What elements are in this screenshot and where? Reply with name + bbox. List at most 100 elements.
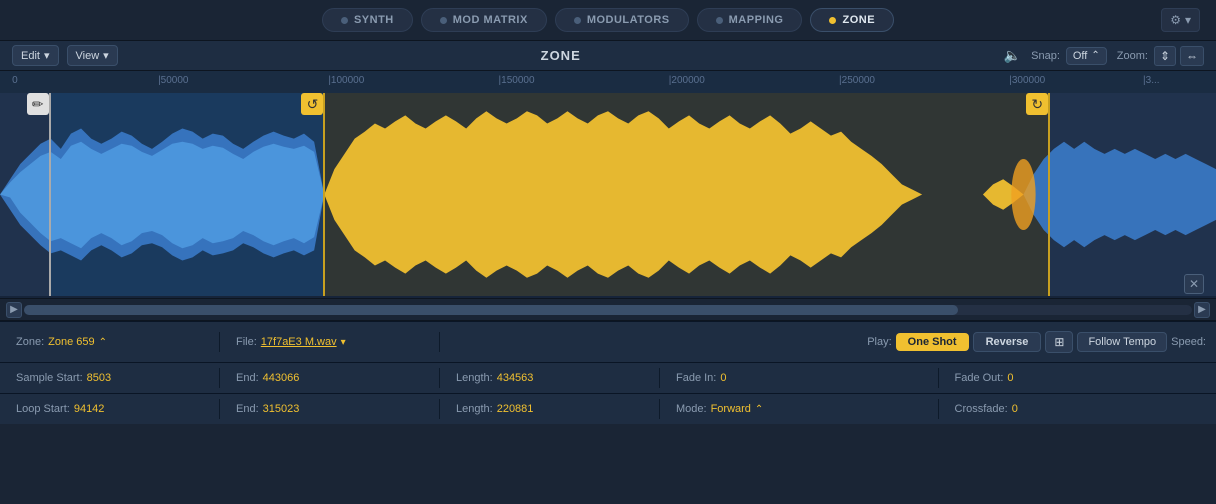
- loop-start-cell: Loop Start: 94142: [0, 399, 220, 419]
- loop-mode-cell: Mode: Forward ⌃: [660, 399, 939, 419]
- fade-out-cell: Fade Out: 0: [939, 368, 1216, 388]
- loop-start-label: Loop Start:: [16, 403, 70, 415]
- zoom-vertical-button[interactable]: ⇕: [1154, 46, 1176, 66]
- ruler-300000: |300000: [1009, 75, 1045, 86]
- edit-button[interactable]: Edit ▾: [12, 45, 59, 66]
- close-button[interactable]: ✕: [1184, 274, 1204, 294]
- zone-dot: [829, 17, 836, 24]
- sample-start-value[interactable]: 8503: [87, 372, 111, 384]
- scrollbar-track[interactable]: [24, 305, 1192, 315]
- crossfade-value[interactable]: 0: [1012, 403, 1018, 415]
- edit-chevron-icon: ▾: [44, 49, 50, 62]
- one-shot-button[interactable]: One Shot: [896, 333, 969, 351]
- zone-label: Zone:: [16, 336, 44, 348]
- sample-start-handle[interactable]: ✏: [27, 93, 49, 115]
- info-row-1: Zone: Zone 659 ⌃ File: 17f7aE3 M.wav ▾ P…: [0, 322, 1216, 363]
- mod-matrix-dot: [440, 17, 447, 24]
- loop-mode-chevron-icon[interactable]: ⌃: [755, 404, 763, 415]
- sample-length-cell: Length: 434563: [440, 368, 660, 388]
- loop-length-value[interactable]: 220881: [497, 403, 534, 415]
- ruler-50000: |50000: [158, 75, 188, 86]
- sample-start-marker: [49, 93, 51, 296]
- sample-length-value[interactable]: 434563: [497, 372, 534, 384]
- tab-modulators[interactable]: MODULATORS: [555, 8, 689, 32]
- follow-tempo-button[interactable]: Follow Tempo: [1077, 332, 1167, 352]
- gear-button[interactable]: ⚙ ▾: [1161, 8, 1200, 32]
- scrollbar-thumb[interactable]: [24, 305, 958, 315]
- loop-end-cell: End: 315023: [220, 399, 440, 419]
- play-label: Play:: [867, 336, 891, 348]
- crossfade-cell: Crossfade: 0: [939, 399, 1216, 419]
- zone-cell: Zone: Zone 659 ⌃: [0, 332, 220, 352]
- loop-start-value[interactable]: 94142: [74, 403, 105, 415]
- toolbar-title: ZONE: [126, 48, 996, 63]
- mapping-dot: [716, 17, 723, 24]
- toolbar-right: 🔈 Snap: Off ⌃ Zoom: ⇕ ⇔: [1004, 46, 1204, 66]
- info-row-3: Loop Start: 94142 End: 315023 Length: 22…: [0, 394, 1216, 424]
- zoom-horizontal-button[interactable]: ⇔: [1180, 46, 1204, 66]
- speed-label: Speed:: [1171, 336, 1206, 348]
- loop-end-marker: [1048, 93, 1050, 296]
- fade-in-label: Fade In:: [676, 372, 716, 384]
- file-label: File:: [236, 336, 257, 348]
- loop-end-label: End:: [236, 403, 259, 415]
- loop-length-cell: Length: 220881: [440, 399, 660, 419]
- sample-end-cell: End: 443066: [220, 368, 440, 388]
- crossfade-field: Crossfade: 0: [955, 403, 1201, 415]
- speaker-icon[interactable]: 🔈: [1004, 47, 1021, 64]
- loop-start-handle[interactable]: ↺: [301, 93, 323, 115]
- sample-start-label: Sample Start:: [16, 372, 83, 384]
- fade-out-value[interactable]: 0: [1007, 372, 1013, 384]
- modulators-label: MODULATORS: [587, 14, 670, 26]
- waveform-container: 0 |50000 |100000 |150000 |200000 |250000…: [0, 71, 1216, 321]
- zone-value: Zone 659: [48, 336, 94, 348]
- snap-select[interactable]: Off ⌃: [1066, 47, 1107, 65]
- sample-length-label: Length:: [456, 372, 493, 384]
- loop-start-marker: [323, 93, 325, 296]
- loop-mode-value[interactable]: Forward: [711, 403, 751, 415]
- fade-out-field: Fade Out: 0: [955, 372, 1201, 384]
- close-icon: ✕: [1189, 277, 1199, 291]
- edit-label: Edit: [21, 50, 40, 62]
- snap-label: Snap:: [1031, 50, 1060, 62]
- fade-in-value[interactable]: 0: [720, 372, 726, 384]
- sample-end-value[interactable]: 443066: [263, 372, 300, 384]
- loop-end-field: End: 315023: [236, 403, 423, 415]
- tab-synth[interactable]: SYNTH: [322, 8, 413, 32]
- link-icon-button[interactable]: ⊞: [1045, 331, 1073, 353]
- scroll-right-button[interactable]: ▶: [1194, 302, 1210, 318]
- tab-mapping[interactable]: MAPPING: [697, 8, 803, 32]
- scroll-left-button[interactable]: ▶: [6, 302, 22, 318]
- ruler-200000: |200000: [669, 75, 705, 86]
- snap-value: Off: [1073, 50, 1087, 62]
- loop-end-handle[interactable]: ↻: [1026, 93, 1048, 115]
- file-chevron-icon[interactable]: ▾: [341, 337, 346, 348]
- zoom-icons: ⇕ ⇔: [1154, 46, 1204, 66]
- ruler-150000: |150000: [499, 75, 535, 86]
- loop-length-field: Length: 220881: [456, 403, 643, 415]
- play-cell: Play: One Shot Reverse ⊞ Follow Tempo Sp…: [857, 327, 1216, 357]
- loop-end-value[interactable]: 315023: [263, 403, 300, 415]
- waveform-svg: [0, 93, 1216, 296]
- zone-field: Zone: Zone 659 ⌃: [16, 336, 203, 348]
- view-button[interactable]: View ▾: [67, 45, 118, 66]
- reverse-button[interactable]: Reverse: [973, 332, 1042, 352]
- gear-chevron-icon: ▾: [1185, 13, 1191, 27]
- tab-mod-matrix[interactable]: MOD MATRIX: [421, 8, 547, 32]
- sample-end-label: End:: [236, 372, 259, 384]
- mapping-label: MAPPING: [729, 14, 784, 26]
- zone-chevron-icon[interactable]: ⌃: [99, 337, 107, 348]
- file-value[interactable]: 17f7aE3 M.wav: [261, 336, 337, 348]
- snap-chevron-icon: ⌃: [1091, 50, 1099, 61]
- fade-in-cell: Fade In: 0: [660, 368, 939, 388]
- toolbar: Edit ▾ View ▾ ZONE 🔈 Snap: Off ⌃ Zoom: ⇕…: [0, 40, 1216, 71]
- waveform-ruler: 0 |50000 |100000 |150000 |200000 |250000…: [0, 71, 1216, 93]
- zoom-control: Zoom: ⇕ ⇔: [1117, 46, 1204, 66]
- view-chevron-icon: ▾: [103, 49, 109, 62]
- ruler-250000: |250000: [839, 75, 875, 86]
- synth-label: SYNTH: [354, 14, 394, 26]
- tab-zone[interactable]: ZONE: [810, 8, 894, 32]
- waveform-canvas[interactable]: [0, 93, 1216, 296]
- sample-length-field: Length: 434563: [456, 372, 643, 384]
- sample-start-field: Sample Start: 8503: [16, 372, 203, 384]
